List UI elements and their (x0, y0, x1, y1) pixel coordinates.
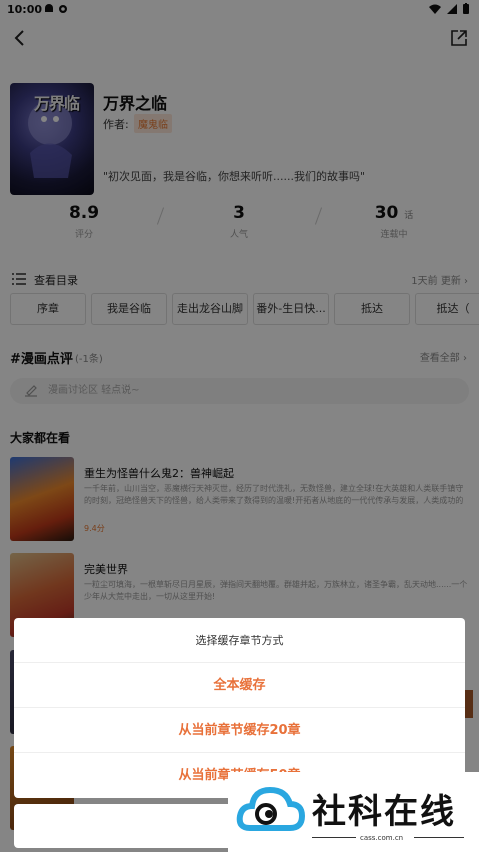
watermark-line (312, 837, 356, 838)
sheet-header: 选择缓存章节方式 (14, 618, 465, 663)
cache-20-option[interactable]: 从当前章节缓存20章 (14, 708, 465, 753)
watermark: 社科在线 cass.com.cn (228, 772, 479, 852)
cloud-logo-icon (236, 786, 306, 831)
watermark-line (414, 837, 464, 838)
watermark-url: cass.com.cn (360, 834, 404, 842)
cache-all-option[interactable]: 全本缓存 (14, 663, 465, 708)
watermark-text: 社科在线 (312, 792, 456, 832)
cache-options-sheet: 选择缓存章节方式 全本缓存 从当前章节缓存20章 从当前章节缓存50章 (14, 618, 465, 798)
